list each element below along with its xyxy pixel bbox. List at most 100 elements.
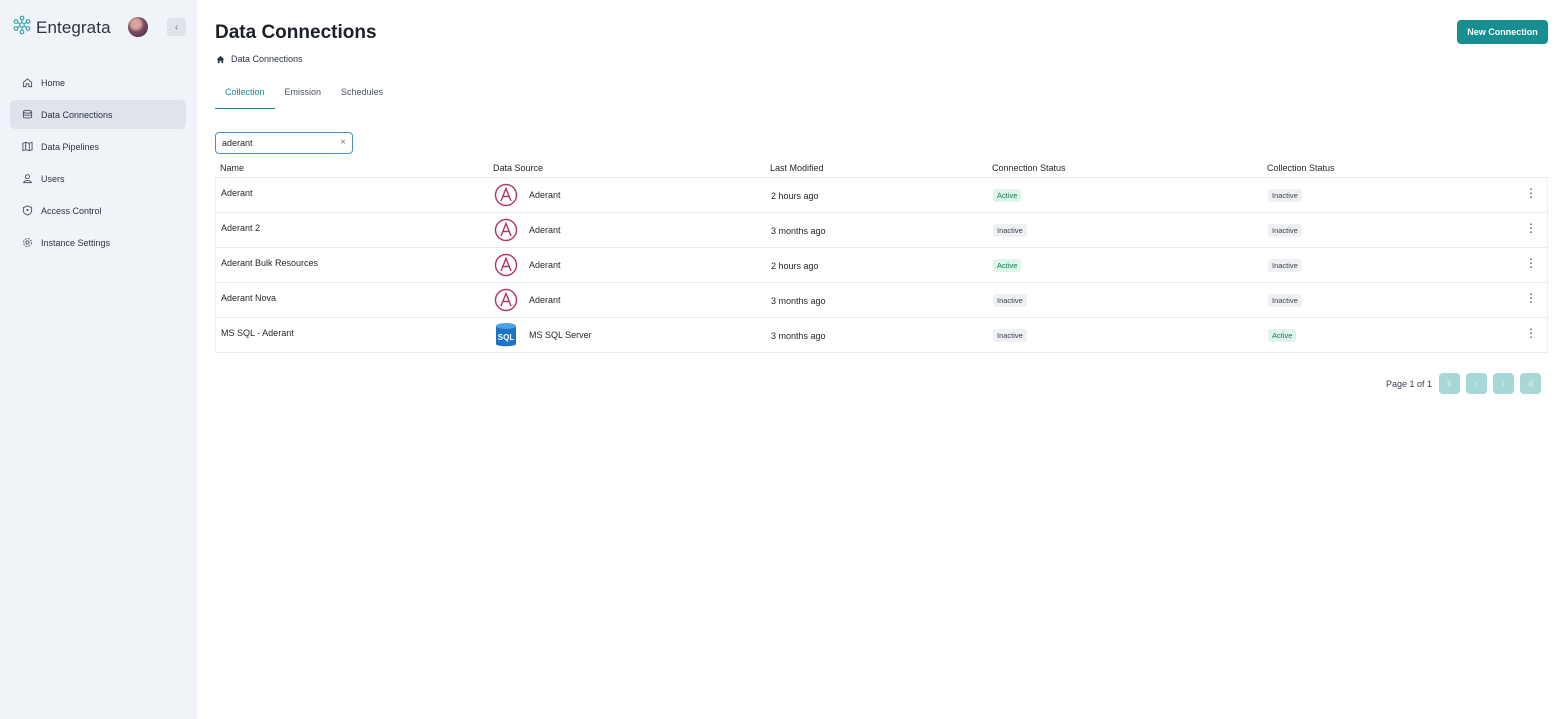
row-data-source-label: Aderant: [529, 190, 561, 200]
table-header: Name Data Source Last Modified Connectio…: [215, 158, 1548, 178]
breadcrumb-current: Data Connections: [231, 54, 303, 64]
connection-status-badge: Inactive: [993, 223, 1027, 237]
table-row[interactable]: Aderant Bulk Resources Aderant 2 hours a…: [215, 248, 1548, 283]
row-connection-status-cell: Active: [993, 258, 1268, 272]
row-actions-kebab-icon[interactable]: ⋮: [1525, 187, 1537, 199]
new-connection-button[interactable]: New Connection: [1457, 20, 1548, 44]
brand[interactable]: Entegrata: [12, 15, 111, 40]
sidebar-item-label: Instance Settings: [41, 237, 111, 248]
sidebar-item-label: Access Control: [41, 205, 102, 216]
tab-collection[interactable]: Collection: [215, 80, 275, 109]
search-input[interactable]: [222, 138, 332, 148]
row-collection-status-cell: Active: [1268, 328, 1508, 342]
tab-schedules[interactable]: Schedules: [331, 80, 393, 109]
row-connection-status-cell: Inactive: [993, 328, 1268, 342]
column-header-last-modified[interactable]: Last Modified: [770, 163, 992, 173]
row-data-source: SQL MS SQL Server: [494, 323, 771, 347]
row-collection-status-cell: Inactive: [1268, 258, 1508, 272]
column-header-connection-status[interactable]: Connection Status: [992, 163, 1267, 173]
row-collection-status-cell: Inactive: [1268, 188, 1508, 202]
sidebar-item-home[interactable]: Home: [10, 68, 186, 97]
row-data-source-label: MS SQL Server: [529, 330, 592, 340]
svg-text:SQL: SQL: [498, 333, 515, 342]
brand-name: Entegrata: [36, 17, 111, 37]
sidebar-item-data-connections[interactable]: Data Connections: [10, 100, 186, 129]
entegrata-logo-icon: [12, 15, 32, 40]
tab-emission[interactable]: Emission: [275, 80, 332, 109]
sidebar-item-label: Data Connections: [41, 109, 113, 120]
pagination: Page 1 of 1 |‹ ‹ › ›|: [1386, 373, 1547, 394]
clear-search-icon[interactable]: ×: [340, 137, 346, 148]
table-row[interactable]: MS SQL - Aderant SQL MS SQL Server 3 mon…: [215, 318, 1548, 353]
search-box: ×: [215, 132, 353, 154]
collection-status-badge: Inactive: [1268, 258, 1302, 272]
sidebar-item-users[interactable]: Users: [10, 164, 186, 193]
aderant-logo-icon: [494, 183, 518, 207]
sql-server-icon: SQL: [494, 323, 518, 347]
home-icon[interactable]: [216, 55, 225, 64]
collection-status-badge: Active: [1268, 328, 1297, 342]
column-header-name[interactable]: Name: [215, 163, 493, 173]
shield-icon: [22, 205, 33, 216]
app-root: Entegrata ‹ Home Data Connections Data P…: [0, 0, 1568, 719]
breadcrumb: Data Connections: [216, 54, 303, 64]
aderant-logo-icon: [494, 218, 518, 242]
first-page-button[interactable]: |‹: [1439, 373, 1461, 394]
table-row[interactable]: Aderant Nova Aderant 3 months ago Inacti…: [215, 283, 1548, 318]
row-name: Aderant Nova: [221, 293, 277, 303]
row-collection-status-cell: Inactive: [1268, 293, 1508, 307]
main-content: Data Connections New Connection Data Con…: [197, 0, 1568, 719]
row-data-source: Aderant: [494, 288, 771, 312]
connection-status-badge: Active: [993, 258, 1022, 272]
row-data-source-label: Aderant: [529, 260, 561, 270]
gear-icon: [23, 238, 32, 247]
last-page-button[interactable]: ›|: [1520, 373, 1542, 394]
row-last-modified: 2 hours ago: [771, 191, 819, 201]
connection-status-badge: Inactive: [993, 328, 1027, 342]
connection-status-badge: Inactive: [993, 293, 1027, 307]
collapse-sidebar-button[interactable]: ‹: [167, 18, 186, 36]
prev-page-button[interactable]: ‹: [1466, 373, 1488, 394]
table-row[interactable]: Aderant Aderant 2 hours ago Active Inact…: [215, 178, 1548, 213]
row-name: Aderant: [221, 188, 253, 198]
row-last-modified: 3 months ago: [771, 226, 826, 236]
next-page-button[interactable]: ›: [1493, 373, 1515, 394]
table-row[interactable]: Aderant 2 Aderant 3 months ago Inactive …: [215, 213, 1548, 248]
row-last-modified: 3 months ago: [771, 331, 826, 341]
row-actions-kebab-icon[interactable]: ⋮: [1525, 327, 1537, 339]
sidebar-item-label: Data Pipelines: [41, 141, 100, 152]
home-icon: [22, 78, 33, 88]
row-actions-kebab-icon[interactable]: ⋮: [1525, 222, 1537, 234]
column-header-collection-status[interactable]: Collection Status: [1267, 163, 1507, 173]
row-last-modified: 3 months ago: [771, 296, 826, 306]
sidebar-nav: Home Data Connections Data Pipelines Use…: [10, 68, 186, 260]
page-indicator: Page 1 of 1: [1386, 378, 1433, 389]
sidebar-item-access-control[interactable]: Access Control: [10, 196, 186, 225]
database-icon: [22, 109, 33, 119]
collection-status-badge: Inactive: [1268, 223, 1302, 237]
column-header-data-source[interactable]: Data Source: [493, 163, 770, 173]
row-connection-status-cell: Inactive: [993, 293, 1268, 307]
row-actions-kebab-icon[interactable]: ⋮: [1525, 257, 1537, 269]
sidebar-item-label: Home: [41, 77, 66, 88]
row-data-source: Aderant: [494, 183, 771, 207]
row-last-modified: 2 hours ago: [771, 261, 819, 271]
row-data-source-label: Aderant: [529, 295, 561, 305]
map-icon: [22, 141, 33, 152]
row-connection-status-cell: Active: [993, 188, 1268, 202]
row-data-source: Aderant: [494, 218, 771, 242]
user-icon: [23, 174, 32, 184]
aderant-logo-icon: [494, 288, 518, 312]
connections-table: Name Data Source Last Modified Connectio…: [215, 158, 1548, 353]
connection-status-badge: Active: [993, 188, 1022, 202]
sidebar-item-instance-settings[interactable]: Instance Settings: [10, 228, 186, 257]
row-actions-kebab-icon[interactable]: ⋮: [1525, 292, 1537, 304]
avatar[interactable]: [128, 17, 148, 37]
row-data-source-label: Aderant: [529, 225, 561, 235]
sidebar-item-data-pipelines[interactable]: Data Pipelines: [10, 132, 186, 161]
row-data-source: Aderant: [494, 253, 771, 277]
collection-status-badge: Inactive: [1268, 188, 1302, 202]
row-connection-status-cell: Inactive: [993, 223, 1268, 237]
aderant-logo-icon: [494, 253, 518, 277]
chevron-left-icon: ‹: [174, 21, 179, 33]
